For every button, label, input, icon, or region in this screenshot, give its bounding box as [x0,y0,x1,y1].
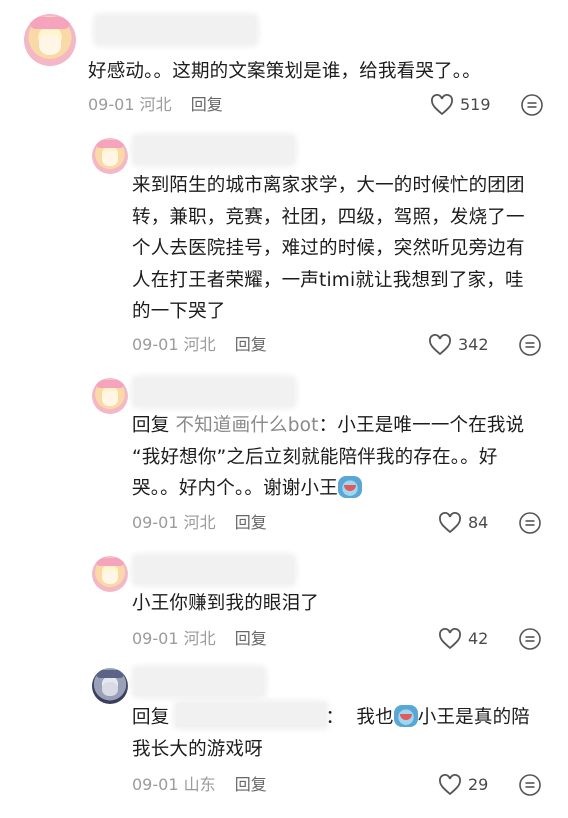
comment-location: 河北 [183,513,216,532]
username-redacted[interactable] [134,378,294,406]
reply-target-user[interactable]: 不知道画什么bot [176,415,319,436]
heart-outline-icon [431,94,453,116]
like-button[interactable]: 42 [438,628,488,650]
reply-keyword: 回复 [132,707,170,728]
heart-outline-icon [439,774,461,796]
comment-date: 09-01 [132,629,179,648]
avatar[interactable] [92,556,128,592]
more-dots-icon[interactable] [518,333,542,357]
comment-text: 好感动。。这期的文案策划是谁，给我看哭了。。 [88,61,481,82]
like-count: 42 [468,629,489,648]
reply-target-redacted[interactable] [175,703,326,727]
heart-outline-icon [439,628,461,650]
comment-meta: 09-01 河北 回复 [132,628,267,650]
username-redacted[interactable] [96,16,256,44]
comment-date: 09-01 [132,335,179,354]
more-dots-icon[interactable] [518,773,542,797]
comment-meta: 09-01 河北 回复 [132,512,267,534]
reply-button[interactable]: 回复 [235,513,267,532]
more-dots-icon[interactable] [520,93,544,117]
comment-location: 河北 [139,95,172,114]
username-redacted[interactable] [134,136,294,164]
heart-outline-icon [439,512,461,534]
reply-button[interactable]: 回复 [235,335,267,354]
comment-date: 09-01 [132,513,179,532]
more-dots-icon[interactable] [518,511,542,535]
like-count: 342 [458,335,489,354]
crying-emoji-icon [337,476,362,498]
avatar[interactable] [92,138,128,174]
like-count: 84 [468,513,489,532]
username-redacted[interactable] [134,556,294,584]
reply-button[interactable]: 回复 [235,629,267,648]
comment-meta: 09-01 山东 回复 [132,774,267,796]
comment-date: 09-01 [132,775,179,794]
like-button[interactable]: 519 [430,94,491,116]
comment-body-start: ： 我也 [325,707,394,728]
comment-date: 09-01 [88,95,135,114]
comment-location: 河北 [183,629,216,648]
comment-text: 回复 不知道画什么bot：小王是唯一一个在我说 “我好想你”之后立刻就能陪伴我的… [132,410,524,505]
more-dots-icon[interactable] [518,627,542,651]
avatar[interactable] [92,668,128,704]
comment-text: 小王你赚到我的眼泪了 [132,593,320,614]
reply-button[interactable]: 回复 [191,95,223,114]
crying-emoji-icon [393,705,418,727]
comment-text: 回复 ： 我也 小王是真的陪 我长大的游戏呀 [132,702,530,765]
reply-keyword: 回复 [132,415,170,436]
reply-button[interactable]: 回复 [235,775,267,794]
like-button[interactable]: 29 [438,774,488,796]
like-count: 29 [468,775,489,794]
username-redacted[interactable] [134,668,264,696]
avatar[interactable] [24,14,76,66]
like-count: 519 [460,95,491,114]
comment-meta: 09-01 河北 回复 [88,94,223,116]
heart-outline-icon [429,334,451,356]
like-button[interactable]: 342 [428,334,489,356]
avatar[interactable] [92,378,128,414]
comment-text: 来到陌生的城市离家求学，大一的时候忙的团团 转，兼职，竞赛，社团，四级，驾照，发… [132,175,525,322]
like-button[interactable]: 84 [438,512,488,534]
comment-meta: 09-01 河北 回复 [132,334,267,356]
comment-location: 山东 [183,775,216,794]
comment-location: 河北 [183,335,216,354]
